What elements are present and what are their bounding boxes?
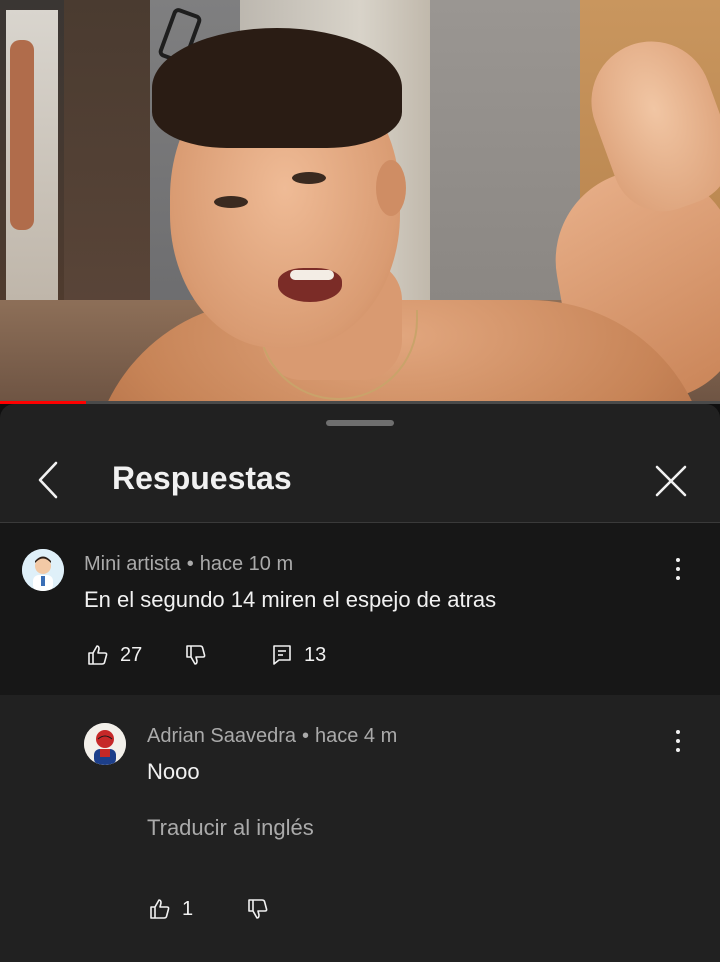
like-count: 1 [182, 897, 194, 920]
comment-author[interactable]: Adrian Saavedra [147, 725, 296, 747]
like-button[interactable]: 27 [86, 643, 142, 667]
reply-comment: Adrian Saavedra • hace 4 m Nooo Traducir a… [0, 695, 720, 962]
translate-link[interactable]: Traducir al inglés [147, 815, 314, 841]
avatar-illustration-icon [22, 549, 64, 591]
avatar[interactable] [22, 549, 64, 591]
reply-icon [273, 645, 291, 665]
mirror-reflection [10, 40, 34, 230]
thumbs-up-icon [150, 899, 170, 919]
chevron-left-icon [38, 461, 58, 499]
panel-header: Respuestas [0, 444, 720, 522]
back-button[interactable] [28, 458, 68, 502]
close-button[interactable] [648, 458, 694, 504]
thumbs-up-icon [88, 645, 108, 665]
person-eye [214, 196, 248, 208]
person-eye [292, 172, 326, 184]
comment-time: hace 10 m [199, 553, 294, 575]
thumbs-down-icon [186, 645, 206, 665]
reply-count: 13 [304, 643, 327, 666]
drag-handle[interactable] [326, 420, 394, 426]
video-player[interactable] [0, 0, 720, 404]
comment-text: Nooo [147, 759, 200, 784]
parent-comment: Mini artista • hace 10 m En el segundo 14 … [0, 523, 720, 695]
comment-meta: Adrian Saavedra • hace 4 m [147, 725, 398, 747]
like-count: 27 [120, 643, 143, 666]
mirror [0, 0, 64, 300]
comment-author[interactable]: Mini artista [84, 553, 181, 575]
close-icon [655, 465, 687, 497]
comment-time: hace 4 m [315, 725, 398, 747]
panel-title: Respuestas [112, 460, 292, 496]
person-ear [376, 160, 406, 216]
person-hair [152, 28, 402, 148]
replies-button[interactable]: 13 [270, 643, 326, 667]
avatar-illustration-icon [84, 723, 126, 765]
replies-panel: Respuestas Mini artista • hace 10 m En el … [0, 404, 720, 962]
more-vert-icon[interactable] [668, 727, 688, 755]
dislike-button[interactable] [184, 643, 208, 667]
comment-meta: Mini artista • hace 10 m [84, 553, 294, 575]
more-vert-icon[interactable] [668, 555, 688, 583]
like-button[interactable]: 1 [148, 897, 193, 921]
dislike-button[interactable] [246, 897, 270, 921]
comment-text: En el segundo 14 miren el espejo de atra… [84, 587, 497, 612]
avatar[interactable] [84, 723, 126, 765]
thumbs-down-icon [248, 899, 268, 919]
